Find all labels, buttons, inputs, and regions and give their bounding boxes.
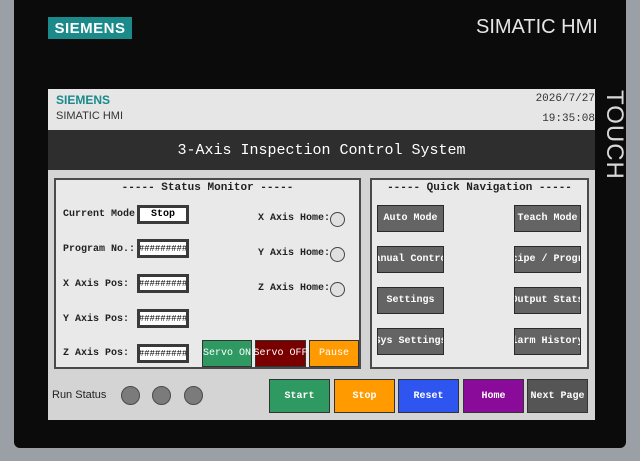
servo-on-button[interactable]: Servo ON [202,340,252,367]
current-mode-value: Stop [137,205,189,224]
bezel-simatic-title: SIMATIC HMI [476,16,598,38]
y-axis-home-label: Y Axis Home: [258,248,331,259]
z-axis-home-label: Z Axis Home: [258,283,331,294]
touch-label: TOUCH [601,90,628,180]
alarm-history-button[interactable]: larm History [514,328,581,355]
quick-navigation-title: ----- Quick Navigation ----- [387,182,572,194]
x-axis-pos-label: X Axis Pos: [63,279,130,290]
recipe-program-button[interactable]: cipe / Progr [514,246,581,273]
screen-header: SIEMENS SIMATIC HMI 2026/7/27 19:35:08 [48,89,595,130]
x-axis-home-label: X Axis Home: [258,213,331,224]
status-monitor-panel: ----- Status Monitor ----- Current Mode:… [54,178,361,369]
manual-control-button[interactable]: anual Contro [377,246,444,273]
home-button[interactable]: Home [463,379,524,413]
current-mode-label: Current Mode: [63,209,142,220]
start-button[interactable]: Start [269,379,330,413]
header-siemens-logo: SIEMENS [56,93,111,107]
program-no-field[interactable]: ######### [137,239,189,258]
teach-mode-button[interactable]: Teach Mode [514,205,581,232]
x-axis-pos-value: ######### [137,274,189,293]
hmi-screen: SIEMENS SIMATIC HMI 2026/7/27 19:35:08 3… [48,89,595,420]
servo-off-button[interactable]: Servo OFF [254,340,308,367]
sys-settings-button[interactable]: Sys Settings [377,328,444,355]
header-time: 19:35:08 [542,113,595,125]
header-date: 2026/7/27 [535,93,595,105]
reset-button[interactable]: Reset [398,379,459,413]
x-axis-home-indicator [330,212,345,227]
status-monitor-title: ----- Status Monitor ----- [121,182,294,194]
y-axis-pos-label: Y Axis Pos: [63,314,130,325]
output-stats-button[interactable]: Output Stats [514,287,581,314]
run-status-lamp-1 [121,386,140,405]
bezel-siemens-logo: SIEMENS [48,17,132,39]
pause-button[interactable]: Pause [309,340,359,367]
quick-navigation-panel: ----- Quick Navigation ----- Auto Mode T… [370,178,589,369]
z-axis-pos-value: ######### [137,344,189,363]
run-status-label: Run Status [52,389,107,401]
next-page-button[interactable]: Next Page [527,379,588,413]
run-status-lamp-3 [184,386,203,405]
y-axis-home-indicator [330,247,345,262]
y-axis-pos-value: ######### [137,309,189,328]
run-status-lamp-2 [152,386,171,405]
stop-button[interactable]: Stop [334,379,395,413]
page-title: 3-Axis Inspection Control System [48,130,595,170]
z-axis-home-indicator [330,282,345,297]
program-no-label: Program No.: [63,244,136,255]
auto-mode-button[interactable]: Auto Mode [377,205,444,232]
settings-button[interactable]: Settings [377,287,444,314]
header-subtitle: SIMATIC HMI [56,110,124,122]
z-axis-pos-label: Z Axis Pos: [63,348,130,359]
